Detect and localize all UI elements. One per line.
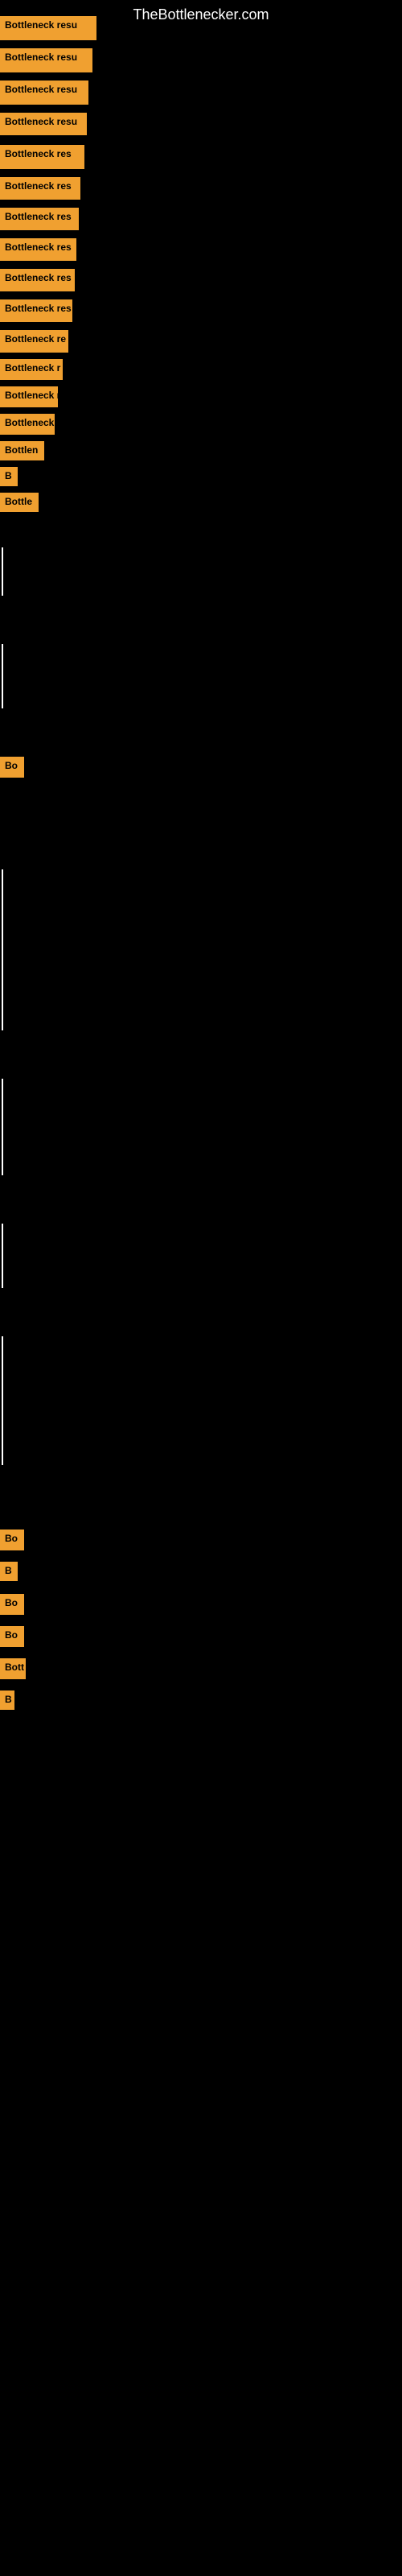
vertical-line [2, 547, 3, 596]
vertical-line [2, 1079, 3, 1175]
vertical-line [2, 869, 3, 1030]
bottleneck-result-item: Bottleneck res [0, 145, 84, 169]
bottleneck-result-item: Bottleneck resu [0, 80, 88, 105]
bottleneck-result-item: Bo [0, 1530, 24, 1550]
bottleneck-result-item: Bottleneck res [0, 269, 75, 291]
bottleneck-result-item: Bottleneck res [0, 208, 79, 230]
bottleneck-result-item: Bottleneck resu [0, 16, 96, 40]
bottleneck-result-item: Bottleneck r [0, 414, 55, 435]
bottleneck-result-item: Bottlen [0, 441, 44, 460]
bottleneck-result-item: Bottleneck res [0, 299, 72, 322]
bottleneck-result-item: Bo [0, 1626, 24, 1647]
bottleneck-result-item: B [0, 1690, 14, 1710]
bottleneck-result-item: B [0, 1562, 18, 1581]
bottleneck-result-item: Bottleneck r [0, 359, 63, 380]
vertical-line [2, 1336, 3, 1465]
bottleneck-result-item: Bottleneck resu [0, 113, 87, 135]
bottleneck-result-item: Bottleneck resu [0, 48, 92, 72]
bottleneck-result-item: Bo [0, 1594, 24, 1615]
bottleneck-result-item: Bottleneck re [0, 330, 68, 353]
bottleneck-result-item: Bottleneck res [0, 177, 80, 200]
bottleneck-result-item: Bott [0, 1658, 26, 1679]
bottleneck-result-item: Bottle [0, 493, 39, 512]
bottleneck-result-item: B [0, 467, 18, 486]
bottleneck-result-item: Bottleneck res [0, 238, 76, 261]
bottleneck-result-item: Bottleneck r [0, 386, 58, 407]
bottleneck-result-item: Bo [0, 757, 24, 778]
vertical-line [2, 1224, 3, 1288]
vertical-line [2, 644, 3, 708]
